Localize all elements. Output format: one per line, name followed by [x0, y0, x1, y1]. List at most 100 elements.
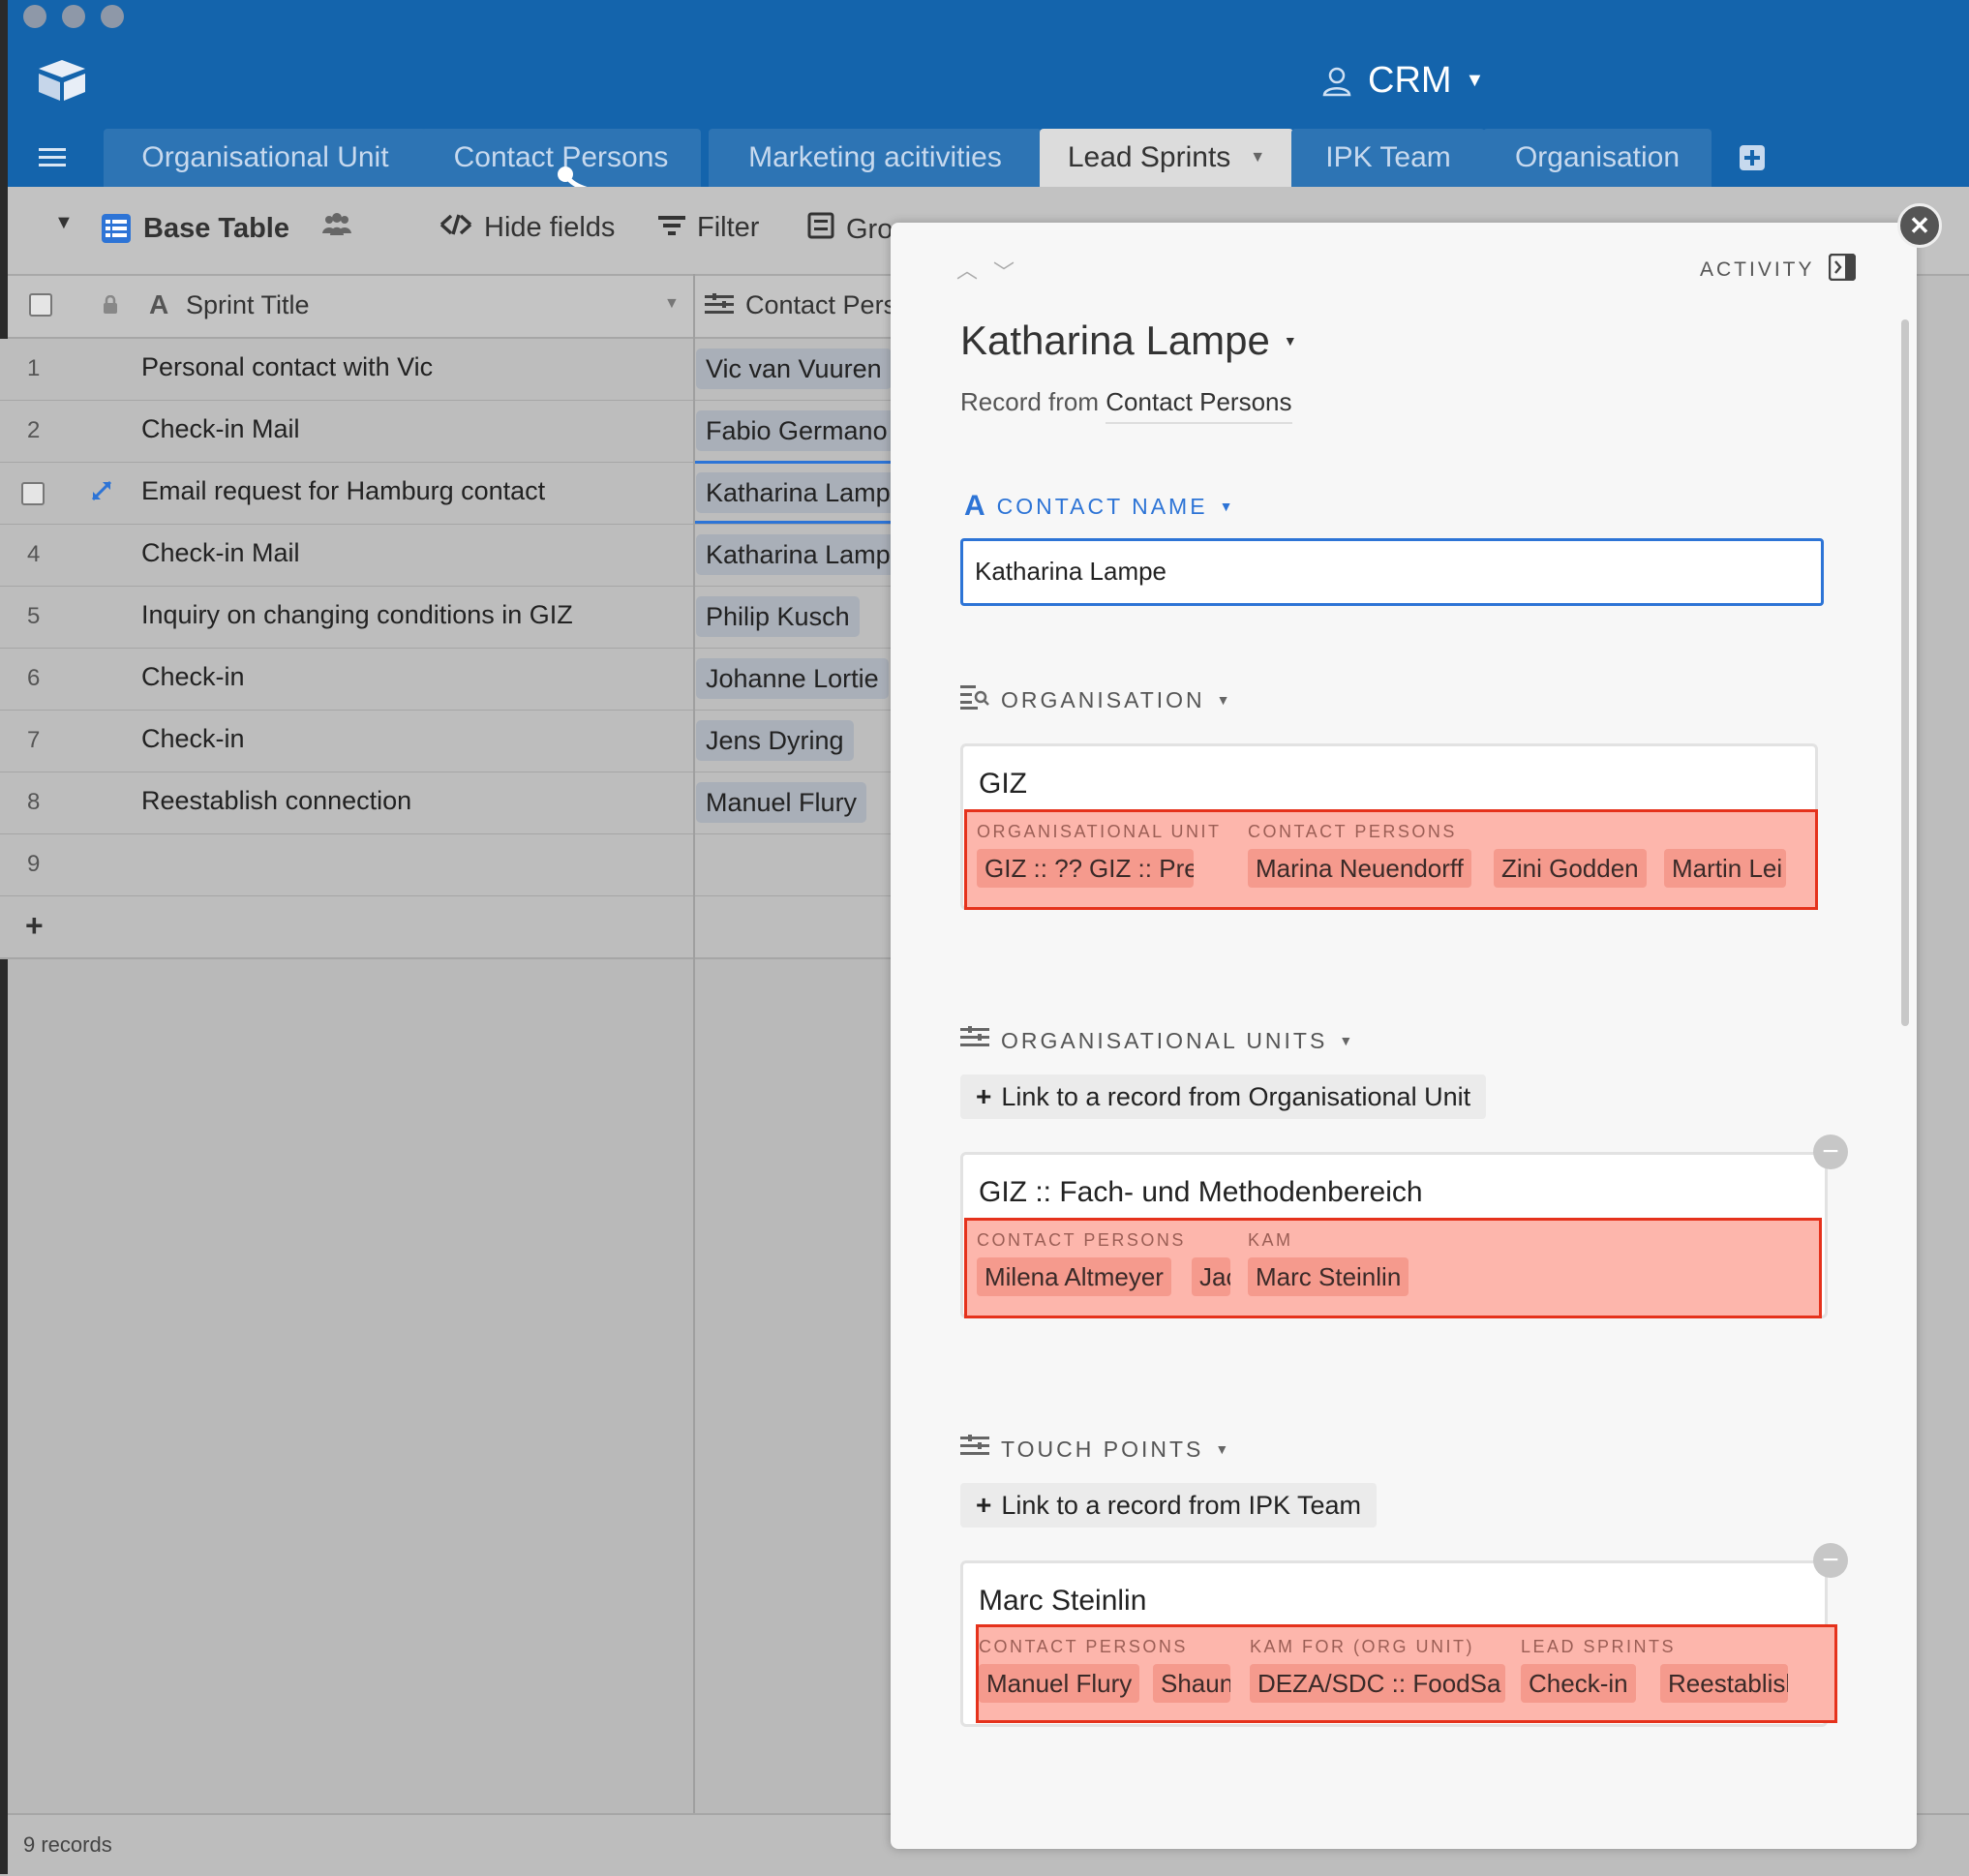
close-modal-button[interactable]: ✕ — [1897, 203, 1942, 248]
row-number: 5 — [27, 603, 41, 629]
link-record-button[interactable]: + Link to a record from IPK Team — [960, 1483, 1378, 1528]
lookup-label: KAM FOR (ORG UNIT) — [1250, 1637, 1474, 1656]
linked-record-pill[interactable]: Katharina Lampe — [696, 534, 915, 575]
record-token[interactable]: Milena Altmeyer — [977, 1257, 1171, 1296]
linked-record-pill[interactable]: Vic van Vuuren — [696, 348, 892, 389]
chevron-down-icon: ▼ — [1465, 70, 1485, 91]
linked-record-pill[interactable]: Johanne Lortie — [696, 658, 889, 699]
linked-record-pill[interactable]: Jens Dyring — [696, 720, 854, 761]
record-source-table-link[interactable]: Contact Persons — [1106, 387, 1292, 424]
chevron-down-icon: ▼ — [1219, 499, 1233, 514]
filter-button[interactable]: Filter — [658, 212, 759, 244]
base-title: CRM — [1368, 60, 1452, 101]
record-source-prefix: Record from — [960, 387, 1100, 416]
cell-sprint-title[interactable]: Check-in Mail — [141, 414, 300, 444]
field-label-touch-points[interactable]: TOUCH POINTS ▼ — [960, 1435, 1228, 1464]
record-token[interactable]: Shaun — [1153, 1664, 1230, 1703]
base-switcher[interactable]: CRM ▼ — [1321, 60, 1484, 102]
add-table-icon[interactable] — [1719, 129, 1785, 187]
tab-label: Organisational Unit — [141, 141, 389, 173]
row-number: 2 — [27, 417, 41, 443]
group-icon — [807, 212, 834, 247]
lookup-label: CONTACT PERSONS — [1248, 822, 1457, 841]
activity-toggle[interactable]: ACTIVITY — [1700, 253, 1856, 286]
row-checkbox[interactable] — [21, 482, 45, 505]
cell-sprint-title[interactable]: Check-in Mail — [141, 538, 300, 568]
record-title[interactable]: Katharina Lampe ▼ — [960, 318, 1297, 364]
lookup-label: KAM — [1248, 1230, 1293, 1250]
filter-label: Filter — [697, 212, 760, 243]
previous-record-icon[interactable]: ︿ — [956, 254, 978, 285]
hide-fields-icon — [439, 212, 472, 244]
contact-name-input[interactable]: Katharina Lampe — [960, 538, 1824, 606]
record-token[interactable]: Marina Neuendorff — [1248, 849, 1471, 888]
field-label-contact-name[interactable]: A CONTACT NAME ▼ — [964, 490, 1232, 523]
chevron-down-icon: ▼ — [1216, 692, 1230, 708]
record-token[interactable]: DEZA/SDC :: FoodSa — [1250, 1664, 1505, 1703]
row-number: 6 — [27, 665, 41, 691]
window-zoom-button[interactable] — [101, 5, 124, 28]
cell-sprint-title[interactable]: Inquiry on changing conditions in GIZ — [141, 600, 573, 630]
modal-scrollbar[interactable] — [1901, 319, 1909, 1026]
linked-record-pill[interactable]: Manuel Flury — [696, 782, 867, 823]
selected-cell-indicator — [695, 461, 898, 464]
record-token[interactable]: Reestablish — [1660, 1664, 1788, 1703]
linked-record-pill[interactable]: Philip Kusch — [696, 596, 860, 637]
view-switcher[interactable]: Base Table — [101, 212, 353, 245]
record-count: 9 records — [23, 1832, 112, 1857]
cell-sprint-title[interactable]: Personal contact with Vic — [141, 352, 433, 382]
menu-icon[interactable] — [14, 129, 91, 187]
record-token[interactable]: Check-in — [1521, 1664, 1636, 1703]
tab-organisational-unit[interactable]: Organisational Unit — [104, 129, 427, 187]
row-number: 7 — [27, 727, 41, 753]
window-close-button[interactable] — [23, 5, 46, 28]
record-token[interactable]: Marc Steinlin — [1248, 1257, 1409, 1296]
filter-icon — [658, 212, 685, 244]
cell-sprint-title[interactable]: Email request for Hamburg contact — [141, 476, 545, 506]
cell-sprint-title[interactable]: Check-in — [141, 662, 245, 692]
collaborators-icon — [1322, 67, 1351, 96]
field-label-text: ORGANISATION — [1001, 686, 1205, 712]
record-token[interactable]: GIZ :: Pre — [1081, 849, 1194, 888]
record-token[interactable]: GIZ :: ??? — [977, 849, 1087, 888]
next-record-icon[interactable]: ﹀ — [993, 256, 1015, 287]
right-grid-edge — [1917, 276, 1969, 1813]
field-label-organisational-units[interactable]: ORGANISATIONAL UNITS ▼ — [960, 1026, 1352, 1055]
text-field-icon: A — [149, 289, 169, 319]
tab-organisation[interactable]: Organisation — [1483, 129, 1712, 187]
linked-record-field-icon — [960, 1026, 989, 1055]
view-menu-toggle[interactable]: ▼ — [54, 212, 74, 234]
link-record-label: Link to a record from IPK Team — [1001, 1490, 1362, 1520]
chevron-down-icon: ▼ — [1283, 333, 1297, 348]
link-record-label: Link to a record from Organisational Uni… — [1001, 1081, 1471, 1111]
field-label-organisation[interactable]: ORGANISATION ▼ — [960, 683, 1230, 716]
view-name: Base Table — [143, 212, 289, 244]
lookup-label: CONTACT PERSONS — [979, 1637, 1188, 1656]
window-minimize-button[interactable] — [62, 5, 85, 28]
add-row-button[interactable]: + — [25, 908, 44, 944]
expand-record-icon[interactable] — [89, 478, 114, 508]
cell-sprint-title[interactable]: Check-in — [141, 724, 245, 754]
linked-record-pill[interactable]: Fabio Germano — [696, 410, 897, 451]
select-all-checkbox[interactable] — [29, 293, 52, 317]
record-token[interactable]: Zini Godden — [1494, 849, 1647, 888]
link-record-button[interactable]: + Link to a record from Organisational U… — [960, 1074, 1487, 1119]
airtable-logo-icon[interactable] — [35, 58, 89, 107]
record-token[interactable]: Manuel Flury — [979, 1664, 1140, 1703]
remove-link-icon[interactable]: − — [1813, 1543, 1848, 1578]
column-header-sprint-title[interactable]: Sprint Title — [186, 290, 310, 320]
lock-icon — [103, 294, 118, 319]
remove-link-icon[interactable]: − — [1813, 1135, 1848, 1169]
record-token[interactable]: Jac — [1192, 1257, 1230, 1296]
cell-sprint-title[interactable]: Reestablish connection — [141, 786, 411, 816]
field-label-text: ORGANISATIONAL UNITS — [1001, 1027, 1328, 1053]
hide-fields-button[interactable]: Hide fields — [439, 212, 615, 244]
column-menu-icon[interactable]: ▼ — [664, 295, 680, 313]
row-number: 1 — [27, 355, 41, 381]
record-token[interactable]: Martin Lei — [1664, 849, 1786, 888]
linked-record-pill[interactable]: Katharina Lampe — [696, 472, 915, 513]
shared-view-icon — [320, 212, 353, 245]
field-label-text: TOUCH POINTS — [1001, 1436, 1204, 1462]
lookup-label: CONTACT PERSONS — [977, 1230, 1186, 1250]
highlight-box: ORGANISATIONAL UNIT GIZ :: ??? GIZ :: Pr… — [964, 809, 1818, 910]
